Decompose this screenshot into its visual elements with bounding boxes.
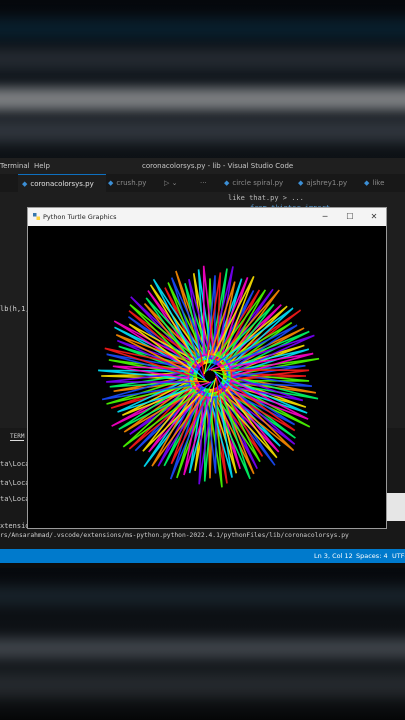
status-bar: Ln 3, Col 12 Spaces: 4 UTF- [0,549,405,563]
tab-label: circle spiral.py [232,179,284,187]
minimize-button[interactable]: ─ [314,208,336,226]
terminal-line: ta\Loca [0,495,30,503]
minimize-icon: ─ [322,212,328,221]
star-core-line [211,369,236,372]
play-icon: ▷ ⌄ [164,179,178,187]
terminal-line: ta\Loca [0,460,30,468]
python-file-icon: ◆ [298,179,304,187]
menu-help[interactable]: Help [34,158,50,174]
python-file-icon: ◆ [364,179,370,187]
tab-coronacolorsys[interactable]: ◆ coronacolorsys.py [18,174,106,193]
turtle-graphics-window[interactable]: Python Turtle Graphics ─ ☐ ✕ [27,207,387,529]
tab-label: coronacolorsys.py [30,180,94,188]
editor-tab-bar: ◆ coronacolorsys.py ◆ crush.py ▷ ⌄ ··· ◆ ci… [0,174,405,205]
close-button[interactable]: ✕ [363,208,385,226]
terminal-line: ta\Loca [0,479,30,487]
ellipsis-icon: ··· [200,179,207,187]
encoding-status[interactable]: UTF- [392,549,405,563]
tab-circle-spiral[interactable]: ◆ circle spiral.py [220,174,290,192]
close-icon: ✕ [370,212,378,221]
menu-terminal[interactable]: Terminal [0,158,30,174]
blurred-background-top [0,0,405,158]
side-panel-edge [384,493,405,521]
code-line: lb(h,1, [0,305,30,313]
breadcrumb: like that.py > ... [228,194,304,202]
turtle-window-title: Python Turtle Graphics [43,213,117,221]
cursor-position[interactable]: Ln 3, Col 12 [314,549,353,563]
spiky-star-drawing [98,265,320,488]
terminal-line: rs/Ansarahmad/.vscode/extensions/ms-pyth… [0,532,349,539]
python-file-icon: ◆ [108,179,114,187]
tab-label: ajshrey1.py [306,179,348,187]
run-button[interactable]: ▷ ⌄ [160,174,194,192]
maximize-button[interactable]: ☐ [339,208,361,226]
turtle-canvas[interactable] [28,226,386,528]
more-actions-button[interactable]: ··· [196,174,218,192]
maximize-icon: ☐ [346,212,354,221]
panel-tab-terminal[interactable]: TERM [10,433,25,441]
tab-crush[interactable]: ◆ crush.py [104,174,160,192]
tab-ajshrey1[interactable]: ◆ ajshrey1.py [294,174,354,192]
indentation-status[interactable]: Spaces: 4 [356,549,388,563]
python-file-icon: ◆ [22,180,28,188]
tab-like-that[interactable]: ◆like that.py [360,174,405,205]
turtle-window-title-bar[interactable]: Python Turtle Graphics ─ ☐ ✕ [28,208,386,226]
window-title: coronacolorsys.py - lib - Visual Studio … [142,162,294,170]
vscode-title-bar: Terminal Help coronacolorsys.py - lib - … [0,158,405,174]
blurred-background-bottom [0,568,405,720]
python-feather-icon [33,213,40,220]
star-core-line [184,380,209,383]
tab-label: crush.py [116,179,147,187]
python-file-icon: ◆ [224,179,230,187]
